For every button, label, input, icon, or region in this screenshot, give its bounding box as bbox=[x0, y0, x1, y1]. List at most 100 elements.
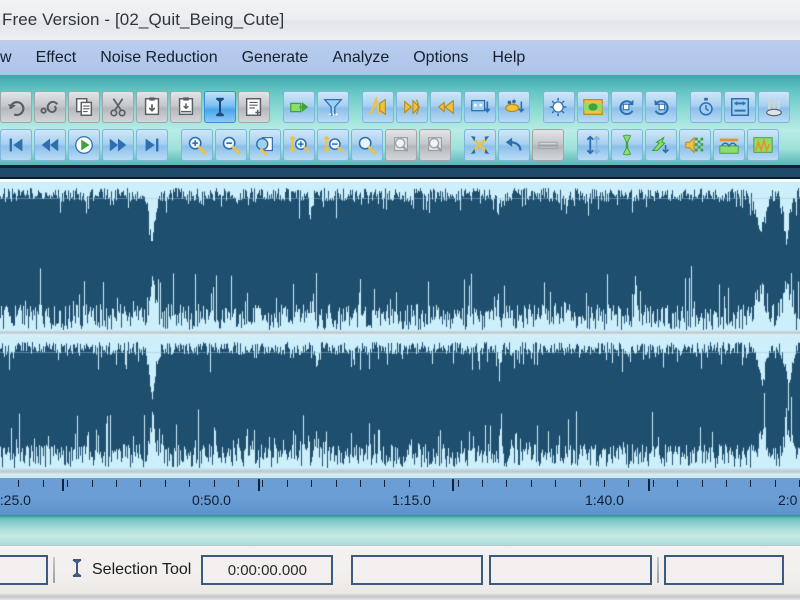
menu-item-generate[interactable]: Generate bbox=[230, 47, 321, 69]
zoom-full-icon[interactable] bbox=[351, 129, 383, 161]
zoom-vertical-out-icon[interactable] bbox=[317, 129, 349, 161]
zoom-in-icon[interactable] bbox=[181, 129, 213, 161]
ruler-highlight bbox=[0, 475, 800, 478]
zoom-vertical-in-icon[interactable] bbox=[283, 129, 315, 161]
ruler-tick-major bbox=[648, 479, 650, 491]
ruler-tick-minor bbox=[506, 480, 507, 487]
paste-insert-icon[interactable] bbox=[136, 91, 168, 123]
play-button[interactable] bbox=[68, 129, 100, 161]
go-to-end-button[interactable] bbox=[136, 129, 168, 161]
ruler-tick-minor bbox=[360, 480, 361, 487]
ruler-tick-minor bbox=[702, 480, 703, 487]
zoom-reset-b-icon[interactable] bbox=[419, 129, 451, 161]
menu-item-options[interactable]: Options bbox=[401, 47, 480, 69]
ruler-tick-minor bbox=[116, 480, 117, 487]
status-field-left[interactable] bbox=[0, 555, 48, 585]
channel-sync-icon[interactable] bbox=[611, 129, 643, 161]
ruler-tick-minor bbox=[604, 480, 605, 487]
active-tool-indicator[interactable]: Selection Tool bbox=[60, 558, 201, 583]
waveform-canvas-right bbox=[0, 338, 800, 468]
ruler-tick-minor bbox=[458, 480, 459, 487]
status-bottom-edge bbox=[0, 594, 800, 600]
fade-in-icon[interactable] bbox=[396, 91, 428, 123]
toolbar-separator bbox=[453, 129, 462, 161]
toolbar-separator bbox=[566, 129, 575, 161]
ruler-tick-minor bbox=[92, 480, 93, 487]
ruler-tick-minor bbox=[555, 480, 556, 487]
reverse-right-icon[interactable] bbox=[645, 91, 677, 123]
pitch-icon[interactable] bbox=[758, 91, 790, 123]
ruler-tick-minor bbox=[189, 480, 190, 487]
channel-divider bbox=[0, 330, 800, 338]
ruler-tick-minor bbox=[287, 480, 288, 487]
rewind-button[interactable] bbox=[34, 129, 66, 161]
cursor-time-field[interactable]: 0:00:00.000 bbox=[201, 555, 334, 585]
ruler-label: 0:50.0 bbox=[192, 492, 231, 508]
zoom-reset-a-icon[interactable] bbox=[385, 129, 417, 161]
menu-item-noise-reduction[interactable]: Noise Reduction bbox=[88, 47, 229, 69]
envelope-edit-icon[interactable] bbox=[713, 129, 745, 161]
waveform-channel-left[interactable] bbox=[0, 182, 800, 330]
volume-envelope-icon[interactable] bbox=[679, 129, 711, 161]
fade-out-icon[interactable] bbox=[430, 91, 462, 123]
reverse-left-icon[interactable] bbox=[611, 91, 643, 123]
ruler-tick-minor bbox=[580, 480, 581, 487]
zoom-out-icon[interactable] bbox=[215, 129, 247, 161]
undo-arrow-icon[interactable] bbox=[0, 91, 32, 123]
window-title: Free Version - [02_Quit_Being_Cute] bbox=[2, 10, 285, 29]
title-bar: Free Version - [02_Quit_Being_Cute] bbox=[0, 0, 800, 41]
ruler-tick-minor bbox=[311, 480, 312, 487]
time-ruler[interactable]: 0:25.0 0:50.0 1:15.0 1:40.0 2:0 bbox=[0, 475, 800, 515]
ruler-tick-minor bbox=[384, 480, 385, 487]
status-divider-1 bbox=[53, 557, 55, 583]
amplify-icon[interactable] bbox=[362, 91, 394, 123]
brightness-icon[interactable] bbox=[543, 91, 575, 123]
filter-icon[interactable] bbox=[317, 91, 349, 123]
normalize-icon[interactable] bbox=[464, 91, 496, 123]
redo-arrow-icon[interactable] bbox=[34, 91, 66, 123]
menu-item-w[interactable]: w bbox=[0, 47, 24, 69]
menu-item-analyze[interactable]: Analyze bbox=[320, 47, 401, 69]
ruler-tick-minor bbox=[214, 480, 215, 487]
channel-swap-icon[interactable] bbox=[577, 129, 609, 161]
trim-icon[interactable] bbox=[238, 91, 270, 123]
toolbar-separator bbox=[532, 91, 541, 123]
spectrum-icon[interactable] bbox=[747, 129, 779, 161]
selection-tool-icon[interactable] bbox=[204, 91, 236, 123]
stretch-icon[interactable] bbox=[724, 91, 756, 123]
menu-item-effect[interactable]: Effect bbox=[24, 47, 89, 69]
fast-forward-button[interactable] bbox=[102, 129, 134, 161]
split-channel-icon[interactable] bbox=[645, 129, 677, 161]
ruler-tick-minor bbox=[140, 480, 141, 487]
mix-paste-icon[interactable] bbox=[464, 129, 496, 161]
status-field-info-3[interactable] bbox=[664, 555, 785, 585]
ruler-tick-major bbox=[452, 479, 454, 491]
menu-item-help[interactable]: Help bbox=[480, 47, 537, 69]
timer-icon[interactable] bbox=[690, 91, 722, 123]
equalizer-icon[interactable] bbox=[577, 91, 609, 123]
go-to-start-button[interactable] bbox=[0, 129, 32, 161]
silence-icon[interactable] bbox=[532, 129, 564, 161]
ibeam-icon bbox=[70, 558, 84, 583]
waveform-panel[interactable] bbox=[0, 165, 800, 475]
zoom-selection-icon[interactable] bbox=[249, 129, 281, 161]
undo-edit-icon[interactable] bbox=[498, 129, 530, 161]
status-bar: Selection Tool 0:00:00.000 bbox=[0, 545, 800, 600]
export-icon[interactable] bbox=[283, 91, 315, 123]
waveform-channel-right[interactable] bbox=[0, 338, 800, 468]
status-field-info-1[interactable] bbox=[351, 555, 484, 585]
ruler-tick-minor bbox=[67, 480, 68, 487]
paste-mix-icon[interactable] bbox=[170, 91, 202, 123]
status-divider-3 bbox=[657, 557, 660, 583]
waveform-canvas-left bbox=[0, 182, 800, 330]
copy-icon[interactable] bbox=[68, 91, 100, 123]
ruler-tick-minor bbox=[262, 480, 263, 487]
status-field-info-2[interactable] bbox=[489, 555, 653, 585]
ruler-tick-minor bbox=[677, 480, 678, 487]
ruler-tick-minor bbox=[628, 480, 629, 487]
ruler-label: 0:25.0 bbox=[0, 492, 31, 508]
compress-icon[interactable] bbox=[498, 91, 530, 123]
cut-icon[interactable] bbox=[102, 91, 134, 123]
toolbar-area bbox=[0, 75, 800, 165]
ruler-tick-minor bbox=[482, 480, 483, 487]
